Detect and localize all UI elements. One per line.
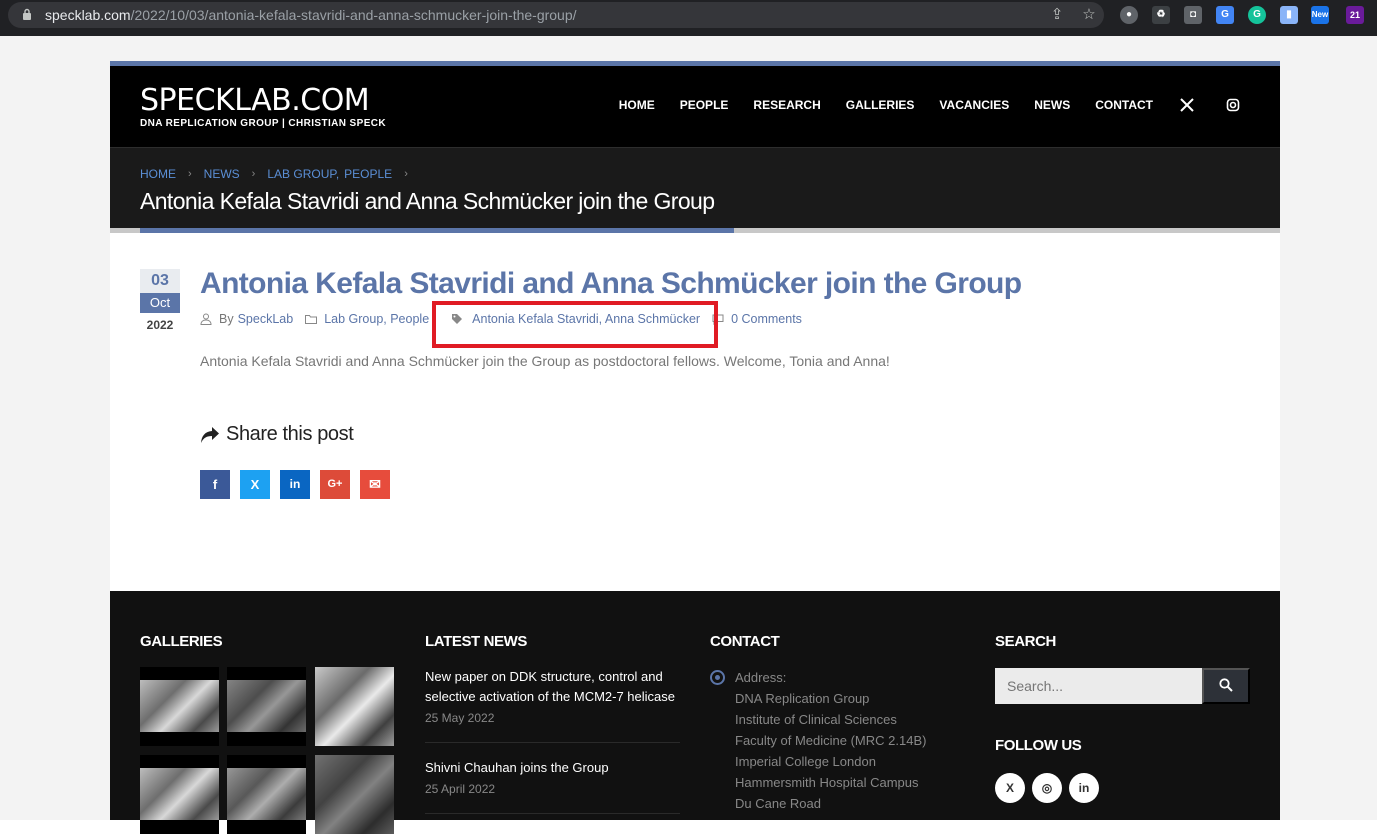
user-icon [200, 313, 212, 325]
share-email-button[interactable]: ✉ [360, 470, 390, 499]
gallery-thumbnail[interactable] [140, 667, 219, 746]
follow-instagram-icon[interactable]: ◎ [1032, 773, 1062, 803]
bookmark-star-icon[interactable]: ☆ [1080, 6, 1098, 24]
contact-line: Faculty of Medicine (MRC 2.14B) [735, 733, 927, 748]
location-dot-icon [710, 670, 725, 685]
globe-extension-icon[interactable]: ● [1120, 6, 1138, 24]
breadcrumb-news[interactable]: NEWS [204, 167, 240, 181]
tags-highlight-box [432, 301, 718, 348]
gallery-thumbnail[interactable] [315, 667, 394, 746]
post-comments-link[interactable]: 0 Comments [731, 312, 802, 326]
breadcrumb-people[interactable]: PEOPLE [344, 167, 392, 181]
nav-galleries[interactable]: GALLERIES [846, 98, 915, 112]
footer-search [995, 668, 1250, 704]
share-heading-text: Share this post [226, 423, 354, 445]
chevron-right-icon: › [404, 168, 408, 180]
post-excerpt: Antonia Kefala Stavridi and Anna Schmück… [200, 353, 890, 369]
by-label: By [219, 312, 234, 326]
site-footer: GALLERIES LATEST NEWS CONTACT SEARCH New… [110, 591, 1280, 834]
browser-toolbar: specklab.com/2022/10/03/antonia-kefala-s… [0, 0, 1377, 36]
x-twitter-icon[interactable] [1180, 98, 1194, 112]
contact-line: Address: [735, 670, 787, 685]
news-item-title[interactable]: New paper on DDK structure, control and … [425, 669, 675, 704]
clipboard-extension-icon[interactable]: ▮ [1280, 6, 1298, 24]
site-header: SPECKLAB.COM DNA REPLICATION GROUP | CHR… [110, 61, 1280, 147]
search-icon [1219, 677, 1233, 692]
follow-linkedin-icon[interactable]: in [1069, 773, 1099, 803]
share-heading: Share this post [200, 423, 354, 446]
post-day: 03 [140, 269, 180, 293]
follow-x-icon[interactable]: X [995, 773, 1025, 803]
logo-subtext: DNA REPLICATION GROUP | CHRISTIAN SPECK [140, 118, 387, 129]
address-bar[interactable]: specklab.com/2022/10/03/antonia-kefala-s… [8, 2, 1104, 28]
share-linkedin-button[interactable]: in [280, 470, 310, 499]
site-logo[interactable]: SPECKLAB.COM DNA REPLICATION GROUP | CHR… [140, 83, 387, 130]
search-button[interactable] [1202, 668, 1250, 704]
logo-text: SPECKLAB.COM [140, 83, 370, 118]
galleries-heading: GALLERIES [140, 633, 223, 650]
post-month: Oct [140, 293, 180, 313]
title-underline [110, 228, 1280, 233]
gallery-thumbnail[interactable] [227, 755, 306, 834]
contact-line: Du Cane Road [735, 796, 821, 811]
post-categories-link[interactable]: Lab Group, People [324, 312, 429, 326]
gallery-thumbnail[interactable] [227, 667, 306, 746]
site-container: SPECKLAB.COM DNA REPLICATION GROUP | CHR… [110, 61, 1280, 834]
share-page-icon[interactable]: ⇪ [1048, 6, 1066, 24]
recycle-extension-icon[interactable]: ♻ [1152, 6, 1170, 24]
search-heading: SEARCH [995, 633, 1056, 650]
post-title[interactable]: Antonia Kefala Stavridi and Anna Schmück… [200, 267, 1022, 301]
divider [425, 742, 680, 743]
chevron-right-icon: › [251, 168, 256, 180]
news-item-date: 25 May 2022 [425, 711, 495, 725]
nav-home[interactable]: HOME [619, 98, 655, 112]
instagram-icon[interactable] [1226, 98, 1240, 112]
post-date-badge: 03 Oct 2022 [140, 269, 180, 332]
share-buttons: f X in G+ ✉ [200, 470, 400, 499]
url-text: specklab.com/2022/10/03/antonia-kefala-s… [45, 7, 577, 23]
contact-line: Hammersmith Hospital Campus [735, 775, 919, 790]
share-googleplus-button[interactable]: G+ [320, 470, 350, 499]
post-year: 2022 [146, 318, 174, 332]
breadcrumb-home[interactable]: HOME [140, 167, 176, 181]
nav-research[interactable]: RESEARCH [753, 98, 820, 112]
counter-extension-icon[interactable]: 21 [1346, 6, 1364, 24]
gallery-thumbnail[interactable] [315, 755, 394, 834]
camera-extension-icon[interactable]: ◘ [1184, 6, 1202, 24]
news-item-date: 25 April 2022 [425, 782, 496, 796]
chevron-right-icon: › [188, 168, 192, 180]
contact-line: Institute of Clinical Sciences [735, 712, 897, 727]
latest-news-heading: LATEST NEWS [425, 633, 527, 650]
share-x-button[interactable]: X [240, 470, 270, 499]
nav-contact[interactable]: CONTACT [1095, 98, 1153, 112]
news-item: Shivni Chauhan joins the Group 25 April … [425, 758, 680, 796]
nav-people[interactable]: PEOPLE [680, 98, 729, 112]
gallery-thumbnail[interactable] [140, 755, 219, 834]
contact-line: DNA Replication Group [735, 691, 870, 706]
folder-icon [305, 315, 318, 324]
breadcrumb: HOME › NEWS › LAB GROUP, PEOPLE › [140, 167, 420, 181]
new-badge-extension-icon[interactable]: New [1311, 6, 1329, 24]
share-facebook-button[interactable]: f [200, 470, 230, 499]
news-item: New paper on DDK structure, control and … [425, 667, 680, 725]
nav-news[interactable]: NEWS [1034, 98, 1070, 112]
page-title: Antonia Kefala Stavridi and Anna Schmück… [140, 188, 715, 214]
breadcrumb-lab-group[interactable]: LAB GROUP, [267, 167, 339, 181]
main-nav: HOME PEOPLE RESEARCH GALLERIES VACANCIES… [594, 98, 1240, 112]
page-title-band: HOME › NEWS › LAB GROUP, PEOPLE › Antoni… [110, 147, 1280, 233]
divider [425, 813, 680, 814]
grammarly-extension-icon[interactable]: G [1248, 6, 1266, 24]
news-item-title[interactable]: Shivni Chauhan joins the Group [425, 760, 609, 775]
contact-line: Imperial College London [735, 754, 876, 769]
post-author-link[interactable]: SpeckLab [238, 312, 294, 326]
share-arrow-icon [201, 426, 219, 443]
lock-icon [23, 8, 31, 20]
follow-us-heading: FOLLOW US [995, 737, 1082, 754]
nav-vacancies[interactable]: VACANCIES [939, 98, 1009, 112]
search-input[interactable] [995, 668, 1202, 704]
follow-icons: X ◎ in [995, 773, 1106, 803]
translate-extension-icon[interactable]: G [1216, 6, 1234, 24]
contact-heading: CONTACT [710, 633, 780, 650]
